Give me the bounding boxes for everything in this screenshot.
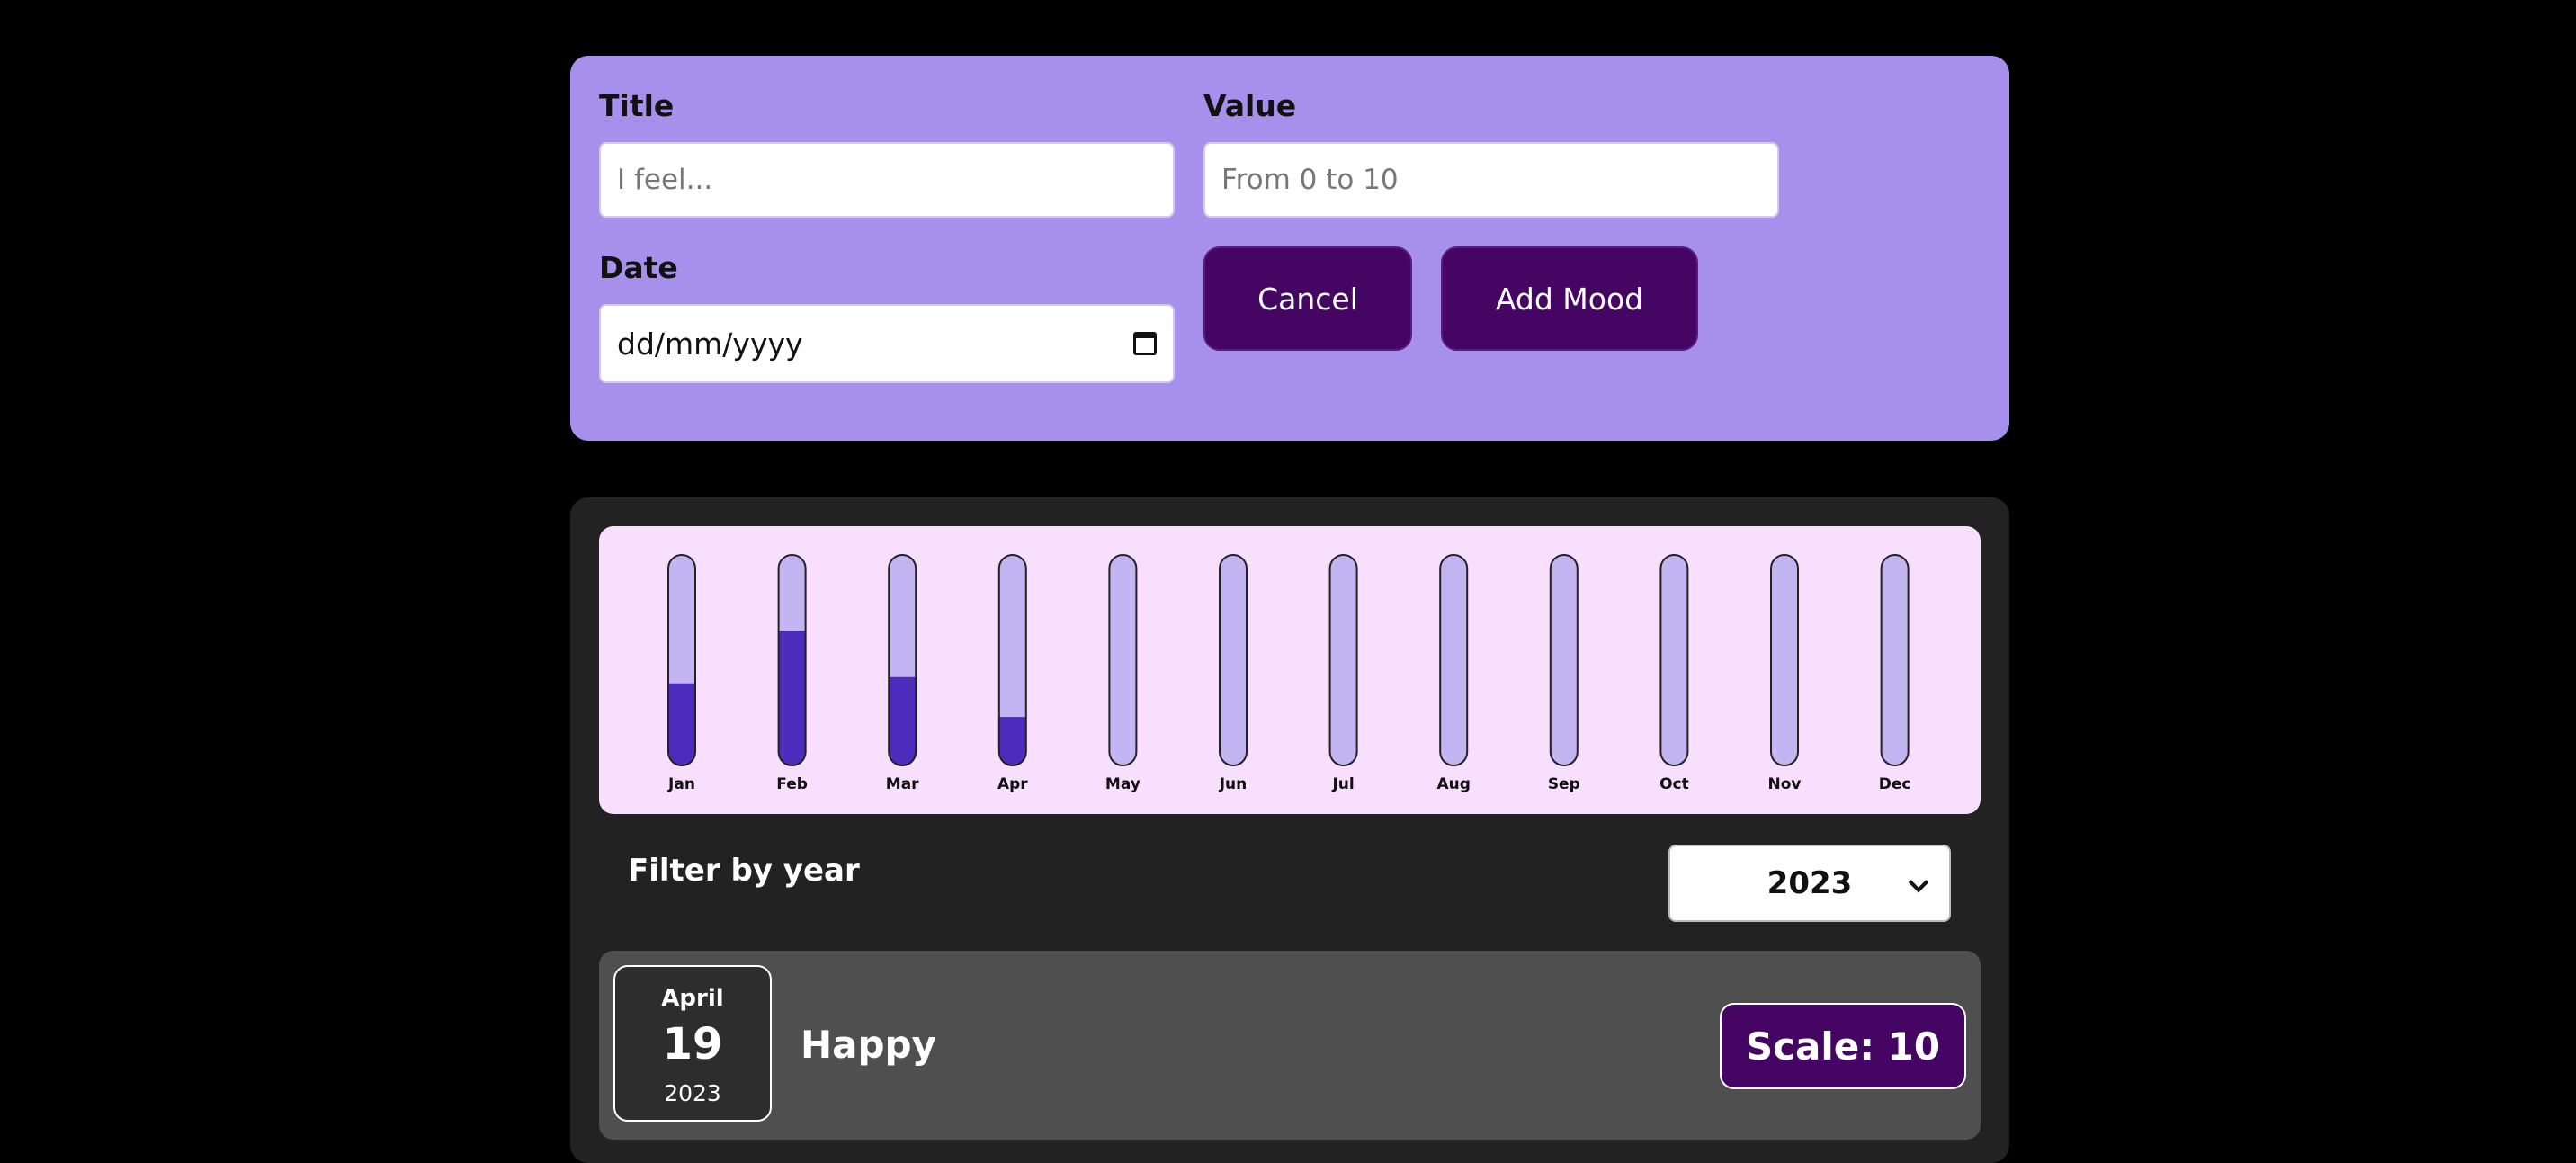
chart-bar-feb: Feb	[776, 554, 808, 793]
chart-bar-aug: Aug	[1436, 554, 1471, 793]
entry-month: April	[661, 985, 724, 1012]
chart-bar-jul: Jul	[1328, 554, 1358, 793]
month-label-dec: Dec	[1879, 775, 1911, 793]
bar-fill-feb	[778, 631, 806, 765]
bar-fill-jan	[668, 683, 695, 765]
month-label-sep: Sep	[1548, 775, 1580, 793]
month-label-may: May	[1105, 775, 1140, 793]
cancel-button[interactable]: Cancel	[1203, 246, 1412, 351]
month-label-jun: Jun	[1219, 775, 1248, 793]
month-label-feb: Feb	[776, 775, 808, 793]
chart-bar-nov: Nov	[1768, 554, 1802, 793]
bar-track	[1550, 555, 1578, 765]
chart-bar-dec: Dec	[1879, 554, 1911, 793]
month-label-jan: Jan	[667, 775, 695, 793]
chart-bar-may: May	[1105, 554, 1140, 793]
value-input[interactable]	[1203, 142, 1779, 218]
add-mood-button[interactable]: Add Mood	[1441, 246, 1698, 351]
chart-bar-sep: Sep	[1548, 554, 1580, 793]
bar-track	[1771, 555, 1798, 765]
bar-track	[1220, 555, 1247, 765]
calendar-icon[interactable]	[1133, 332, 1157, 355]
mood-panel: Jan Feb Mar Apr May Jun Jul Aug Sep Oct Nov Dec Fil…	[570, 497, 2009, 1163]
date-input[interactable]: dd/mm/yyyy	[599, 304, 1175, 383]
chart-svg: Jan Feb Mar Apr May Jun Jul Aug Sep Oct Nov Dec	[667, 554, 1911, 793]
date-input-text: dd/mm/yyyy	[617, 326, 803, 362]
date-label: Date	[599, 250, 678, 285]
mood-entry[interactable]: April 19 2023 Happy Scale: 10	[599, 951, 1981, 1140]
bar-track	[1329, 555, 1357, 765]
entry-title: Happy	[801, 1023, 936, 1067]
month-label-nov: Nov	[1768, 775, 1802, 793]
chart-bar-oct: Oct	[1659, 554, 1689, 793]
month-label-oct: Oct	[1659, 775, 1689, 793]
chart-bar-mar: Mar	[886, 554, 919, 793]
monthly-mood-chart: Jan Feb Mar Apr May Jun Jul Aug Sep Oct Nov Dec	[599, 526, 1981, 814]
year-select-value: 2023	[1767, 865, 1853, 901]
bar-fill-apr	[998, 717, 1026, 765]
add-mood-form: Title Value Date dd/mm/yyyy Cancel Add M…	[570, 56, 2009, 441]
value-label: Value	[1203, 88, 1297, 123]
month-label-mar: Mar	[886, 775, 919, 793]
bar-fill-mar	[889, 676, 917, 765]
entry-year: 2023	[664, 1080, 721, 1106]
title-input[interactable]	[599, 142, 1175, 218]
year-select[interactable]: 2023	[1668, 845, 1951, 922]
entry-scale-badge: Scale: 10	[1720, 1003, 1966, 1089]
bar-track	[1660, 555, 1688, 765]
chart-bar-apr: Apr	[997, 554, 1028, 793]
chart-bar-jan: Jan	[667, 554, 696, 793]
month-label-jul: Jul	[1331, 775, 1354, 793]
chart-bar-jun: Jun	[1219, 554, 1248, 793]
entry-day: 19	[662, 1019, 723, 1069]
month-label-apr: Apr	[997, 775, 1028, 793]
entry-date: April 19 2023	[613, 965, 772, 1122]
bar-track	[1440, 555, 1468, 765]
month-label-aug: Aug	[1436, 775, 1470, 793]
bar-track	[1109, 555, 1137, 765]
filter-label: Filter by year	[628, 853, 860, 889]
chevron-down-icon	[1908, 872, 1929, 893]
title-label: Title	[599, 88, 675, 123]
bar-track	[1881, 555, 1909, 765]
